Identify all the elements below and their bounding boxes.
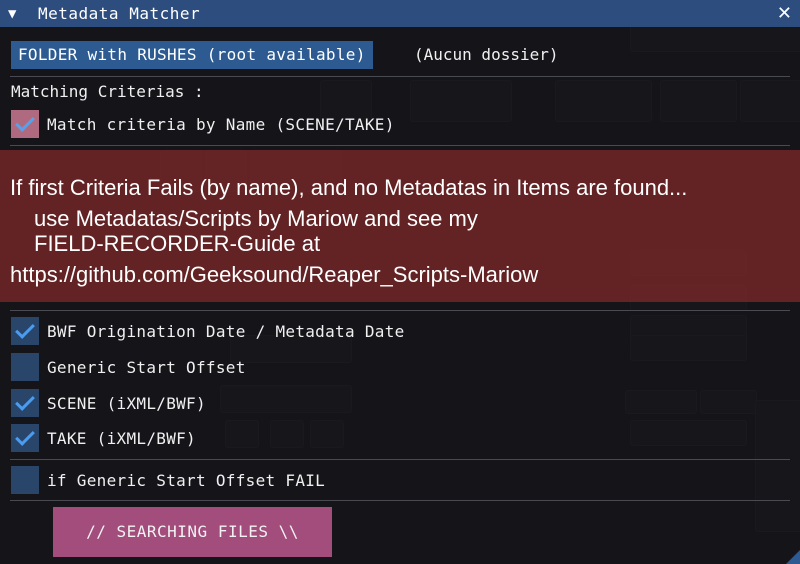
fallback-checkbox[interactable] — [11, 466, 39, 494]
match-by-name-label: Match criteria by Name (SCENE/TAKE) — [47, 114, 395, 134]
title-bar[interactable]: ▼ Metadata Matcher ✕ — [0, 0, 800, 27]
take-label: TAKE (iXML/BWF) — [47, 428, 196, 448]
scene-checkbox[interactable] — [11, 389, 39, 417]
divider — [10, 145, 790, 146]
collapse-icon[interactable]: ▼ — [8, 6, 22, 22]
scene-label: SCENE (iXML/BWF) — [47, 393, 206, 413]
info-line-3: FIELD-RECORDER-Guide at — [34, 231, 321, 256]
option-take-row[interactable]: TAKE (iXML/BWF) — [11, 424, 196, 452]
match-by-name-row[interactable]: Match criteria by Name (SCENE/TAKE) — [11, 110, 395, 138]
info-line-1: If first Criteria Fails (by name), and n… — [10, 175, 688, 200]
generic-offset-checkbox[interactable] — [11, 353, 39, 381]
fallback-row[interactable]: if Generic Start Offset FAIL — [11, 466, 325, 494]
divider — [10, 459, 790, 460]
option-bwf-date-row[interactable]: BWF Origination Date / Metadata Date — [11, 317, 405, 345]
searching-files-button[interactable]: // SEARCHING FILES \\ — [53, 507, 332, 557]
close-icon[interactable]: ✕ — [777, 3, 792, 24]
divider — [10, 76, 790, 77]
info-line-2: use Metadatas/Scripts by Mariow and see … — [34, 206, 478, 231]
divider — [10, 310, 790, 311]
match-by-name-checkbox[interactable] — [11, 110, 39, 138]
info-line-4: https://github.com/Geeksound/Reaper_Scri… — [10, 262, 539, 287]
take-checkbox[interactable] — [11, 424, 39, 452]
matching-criterias-heading: Matching Criterias : — [11, 82, 204, 101]
metadata-matcher-window: ▼ Metadata Matcher ✕ FOLDER with RUSHES … — [0, 0, 800, 564]
option-scene-row[interactable]: SCENE (iXML/BWF) — [11, 389, 206, 417]
folder-status: (Aucun dossier) — [414, 45, 559, 64]
window-title: Metadata Matcher — [38, 4, 201, 23]
bwf-date-label: BWF Origination Date / Metadata Date — [47, 321, 405, 341]
option-generic-offset-row[interactable]: Generic Start Offset — [11, 353, 246, 381]
fallback-label: if Generic Start Offset FAIL — [47, 470, 326, 490]
generic-offset-label: Generic Start Offset — [47, 357, 246, 377]
folder-with-rushes-button[interactable]: FOLDER with RUSHES (root available) — [11, 41, 373, 69]
bwf-date-checkbox[interactable] — [11, 317, 39, 345]
divider — [10, 500, 790, 501]
resize-grip-icon[interactable] — [786, 550, 800, 564]
